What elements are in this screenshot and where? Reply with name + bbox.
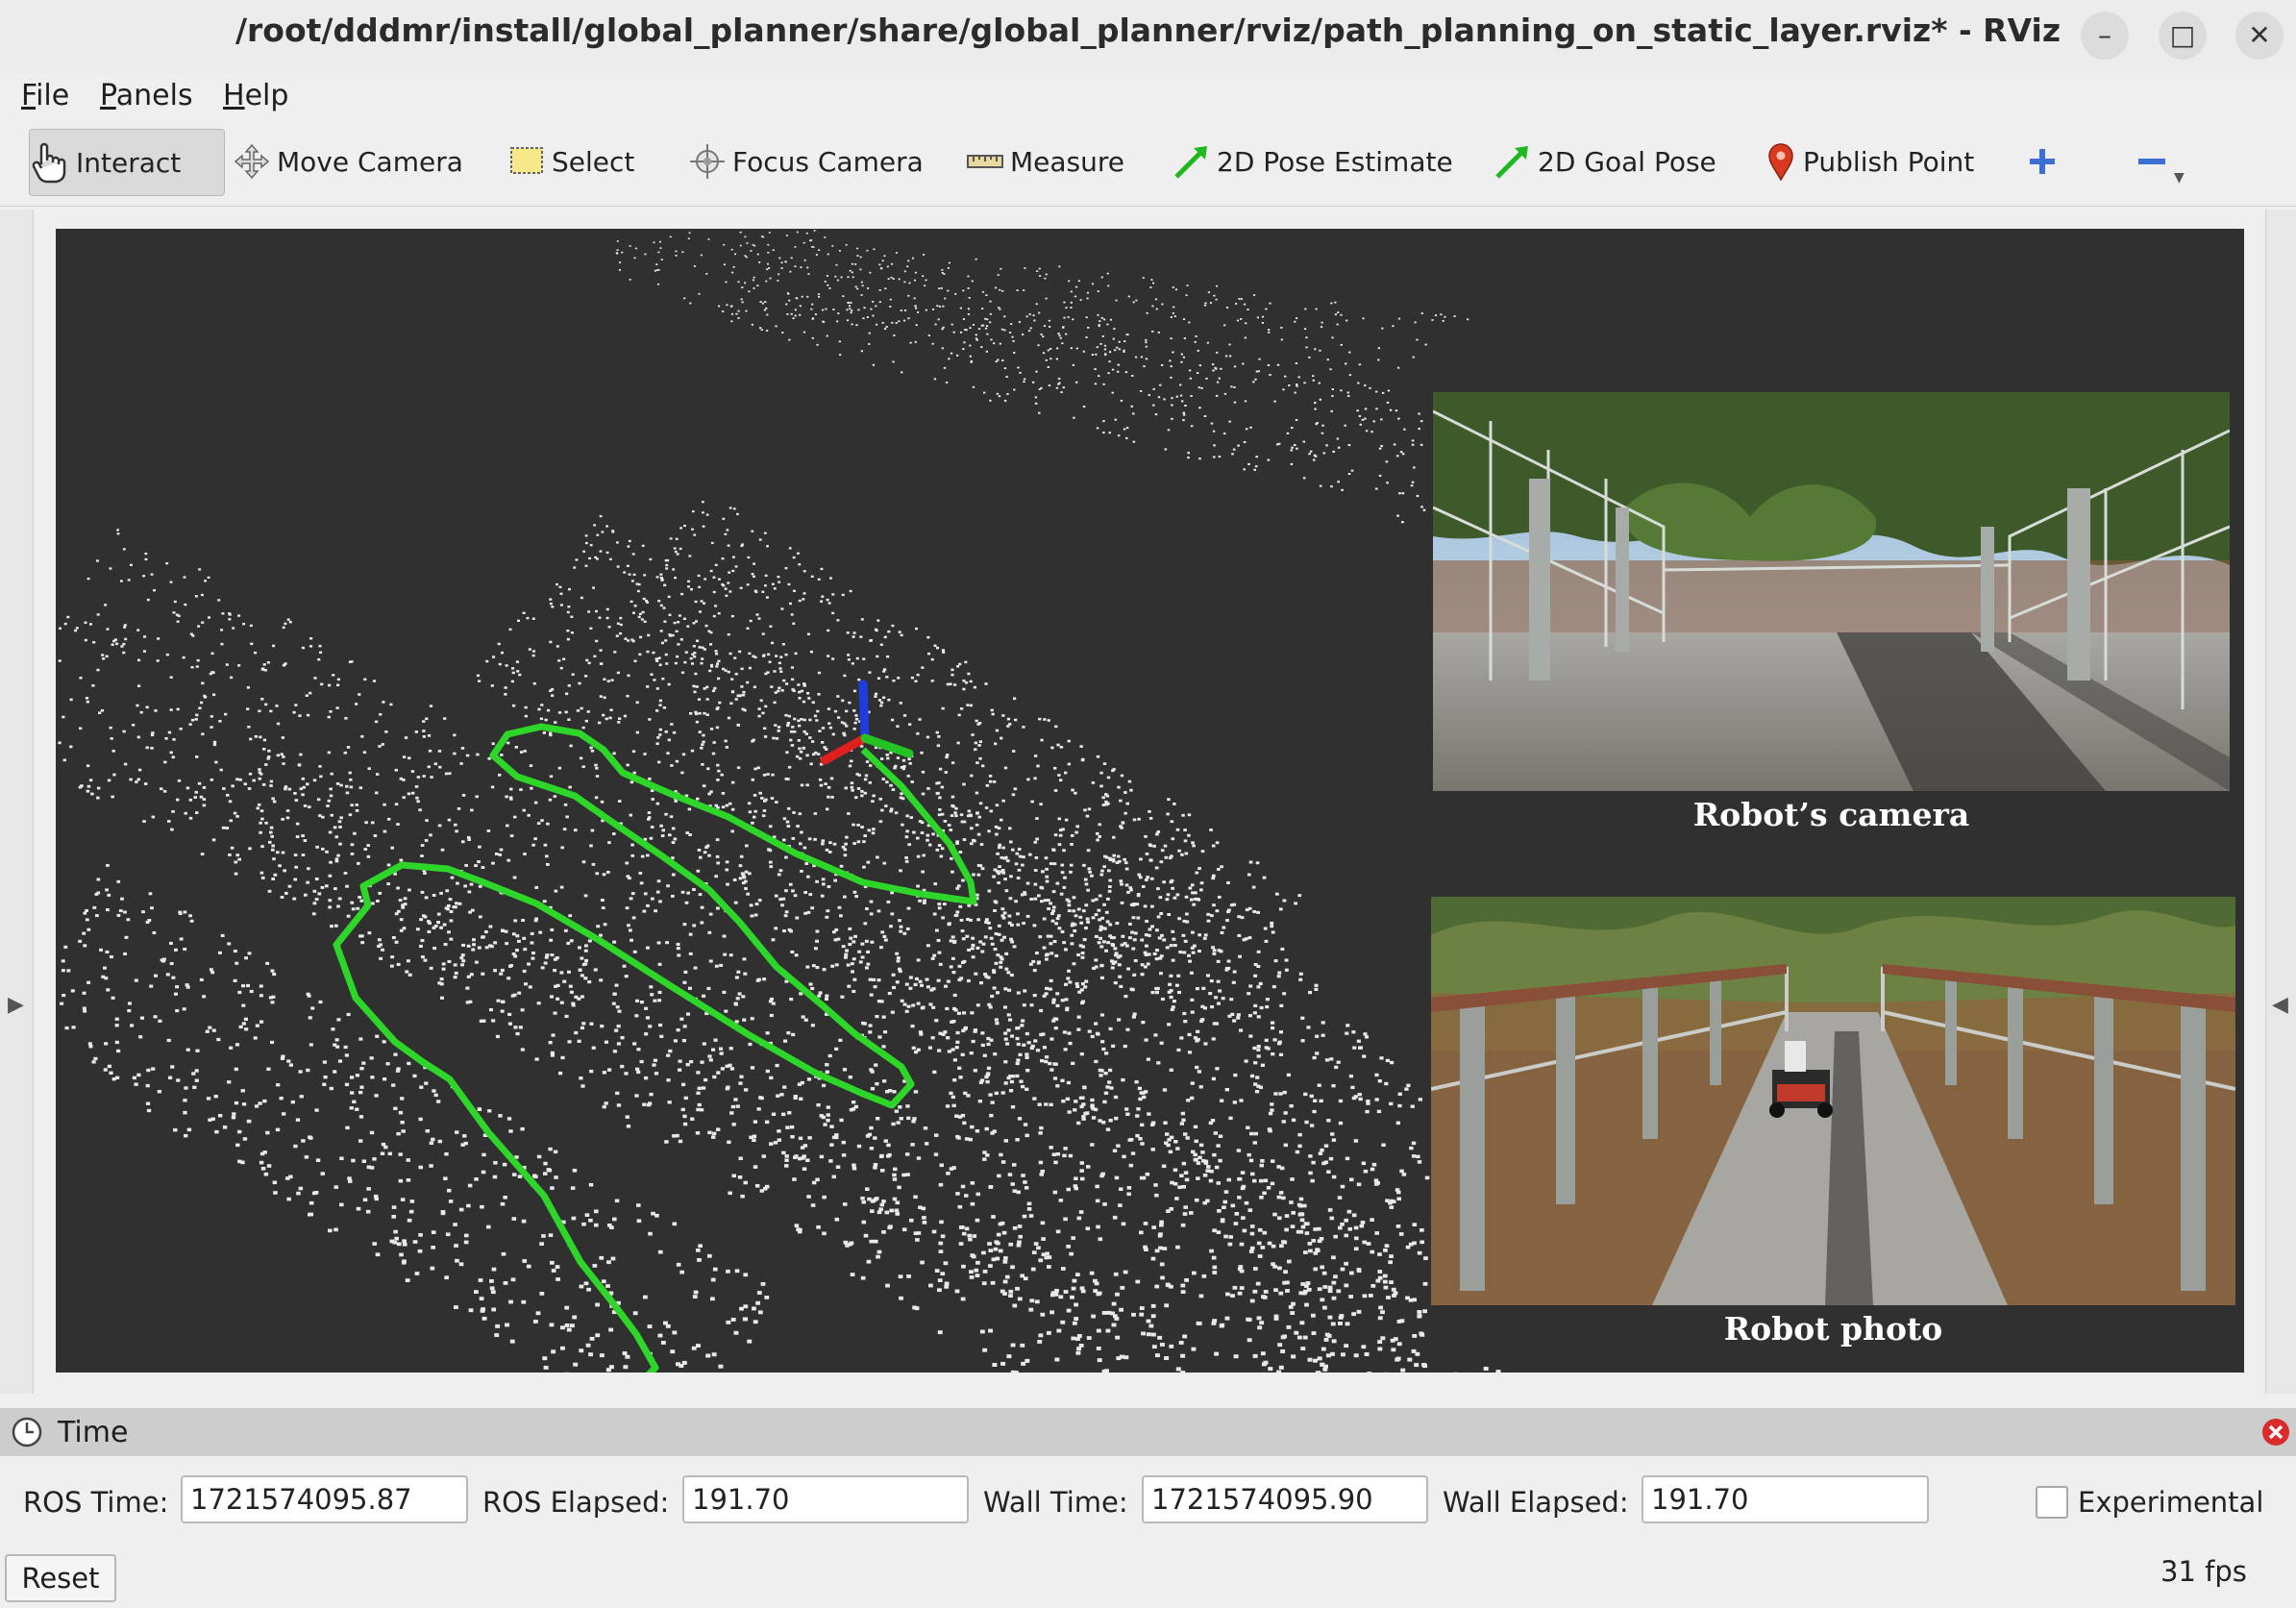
- minimize-button[interactable]: –: [2081, 12, 2129, 60]
- menu-panels[interactable]: Panels: [100, 79, 193, 112]
- green-arrow-icon: [1174, 146, 1207, 179]
- measure-tool-button[interactable]: Measure: [966, 129, 1124, 194]
- move-camera-label: Move Camera: [277, 145, 463, 178]
- hand-pointer-icon: [32, 142, 66, 184]
- ros-elapsed-field[interactable]: 191.70: [682, 1475, 969, 1523]
- wall-elapsed-field[interactable]: 191.70: [1642, 1475, 1929, 1523]
- ros-time-label: ROS Time:: [23, 1486, 169, 1519]
- move-camera-tool-button[interactable]: Move Camera: [233, 129, 463, 194]
- time-panel-header: Time: [0, 1408, 2296, 1456]
- window-title: /root/dddmr/install/global_planner/share…: [235, 12, 2061, 49]
- select-label: Select: [552, 145, 635, 178]
- expand-left-icon[interactable]: ▶: [8, 993, 24, 1017]
- ros-elapsed-label: ROS Elapsed:: [482, 1486, 670, 1519]
- goal-pose-tool-button[interactable]: 2D Goal Pose: [1494, 129, 1716, 194]
- select-tool-button[interactable]: Select: [509, 129, 634, 194]
- goal-pose-label: 2D Goal Pose: [1538, 145, 1716, 178]
- menu-file[interactable]: File: [21, 79, 69, 112]
- menu-help-label: elp: [244, 79, 289, 112]
- experimental-checkbox[interactable]: [2036, 1486, 2068, 1519]
- wall-time-label: Wall Time:: [983, 1486, 1128, 1519]
- menu-help-accel: H: [223, 79, 245, 112]
- interact-tool-button[interactable]: Interact: [29, 129, 225, 196]
- menu-panels-accel: P: [100, 79, 116, 112]
- tool-bar: Interact Move Camera Select Focus Camera…: [0, 119, 2296, 207]
- close-button[interactable]: ✕: [2235, 12, 2284, 60]
- robot-camera-image: [1433, 392, 2230, 791]
- menu-file-label: ile: [36, 79, 70, 112]
- render-view-3d[interactable]: Robot’s camera Robot photo: [56, 229, 2244, 1373]
- title-bar: /root/dddmr/install/global_planner/share…: [0, 0, 2296, 74]
- robot-camera-label: Robot’s camera: [1692, 796, 1970, 833]
- menu-file-accel: F: [21, 79, 37, 112]
- wall-time-field[interactable]: 1721574095.90: [1142, 1475, 1428, 1523]
- minus-icon: [2138, 159, 2165, 164]
- green-arrow-icon: [1495, 146, 1528, 179]
- measure-label: Measure: [1010, 145, 1124, 178]
- left-dock-splitter[interactable]: ▶: [0, 210, 34, 1394]
- time-panel-title: Time: [58, 1416, 129, 1449]
- expand-right-icon[interactable]: ◀: [2272, 993, 2288, 1017]
- publish-point-tool-button[interactable]: Publish Point: [1765, 129, 1974, 194]
- pose-estimate-tool-button[interactable]: 2D Pose Estimate: [1173, 129, 1453, 194]
- move-camera-icon: [234, 143, 270, 180]
- publish-point-label: Publish Point: [1803, 145, 1975, 178]
- robot-photo-image: [1431, 897, 2235, 1305]
- close-panel-icon[interactable]: [2260, 1417, 2291, 1447]
- select-box-icon: [510, 147, 543, 174]
- ruler-icon: [967, 155, 1003, 168]
- wall-elapsed-label: Wall Elapsed:: [1443, 1486, 1629, 1519]
- map-pin-icon: [1768, 143, 1793, 182]
- menu-bar: File Panels Help: [0, 73, 2296, 119]
- add-tool-button[interactable]: [2026, 129, 2064, 194]
- right-dock-splitter[interactable]: ◀: [2265, 210, 2296, 1394]
- focus-camera-icon: [690, 144, 725, 179]
- focus-camera-label: Focus Camera: [732, 145, 924, 178]
- remove-tool-button[interactable]: ▼: [2136, 129, 2185, 194]
- clock-icon: [12, 1417, 42, 1447]
- focus-camera-tool-button[interactable]: Focus Camera: [688, 129, 924, 194]
- maximize-button[interactable]: □: [2159, 12, 2207, 60]
- reset-button[interactable]: Reset: [5, 1554, 116, 1602]
- experimental-label: Experimental: [2078, 1486, 2264, 1519]
- robot-photo-label: Robot photo: [1723, 1310, 1943, 1348]
- menu-help[interactable]: Help: [223, 79, 288, 112]
- chevron-down-icon: ▼: [2174, 170, 2185, 186]
- interact-label: Interact: [76, 146, 182, 179]
- pose-estimate-label: 2D Pose Estimate: [1217, 145, 1453, 178]
- ros-time-field[interactable]: 1721574095.87: [181, 1475, 468, 1523]
- menu-panels-label: anels: [115, 79, 193, 112]
- plus-icon: [2030, 149, 2055, 174]
- fps-readout: 31 fps: [2160, 1555, 2247, 1588]
